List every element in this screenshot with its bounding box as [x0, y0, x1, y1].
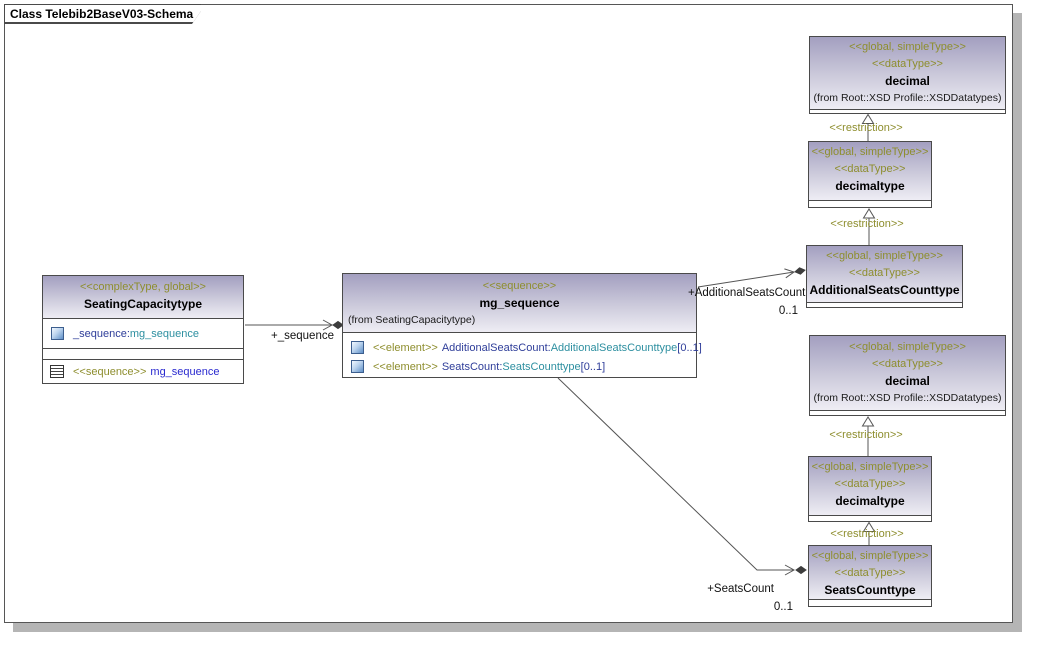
sequence-part-icon: [50, 365, 64, 378]
class-name: decimaltype: [809, 178, 931, 195]
restriction-stereotype-label: <<restriction>>: [806, 429, 926, 441]
part-row: <<sequence>> mg_sequence: [43, 359, 243, 383]
attribute-name: _sequence:: [73, 328, 130, 340]
diagram-frame-tab: Class Telebib2BaseV03-Schema: [4, 4, 201, 24]
empty-compartment: [810, 410, 1005, 415]
empty-compartment: [809, 599, 931, 606]
stereotype-label: <<global, simpleType>>: [809, 142, 931, 161]
class-name: mg_sequence: [343, 295, 696, 312]
part-name: mg_sequence: [150, 366, 219, 378]
part-stereotype: <<sequence>>: [73, 366, 146, 378]
class-node-additionalseatscounttype[interactable]: <<global, simpleType>> <<dataType>> Addi…: [806, 245, 963, 308]
empty-compartment: [809, 200, 931, 207]
element-multiplicity: [0..1]: [677, 342, 701, 354]
stereotype-label: <<dataType>>: [809, 161, 931, 178]
empty-compartment: [807, 302, 962, 307]
element-name: SeatsCount:: [442, 361, 503, 373]
restriction-stereotype-label: <<restriction>>: [807, 218, 927, 230]
empty-compartment: [810, 109, 1005, 113]
stereotype-label: <<sequence>>: [343, 274, 696, 295]
stereotype-label: <<dataType>>: [810, 56, 1005, 73]
restriction-stereotype-label: <<restriction>>: [807, 528, 927, 540]
class-name: decimaltype: [809, 493, 931, 510]
stereotype-label: <<complexType, global>>: [43, 276, 243, 296]
class-name: decimal: [810, 73, 1005, 90]
diagram-canvas: Class Telebib2BaseV03-Schema: [0, 0, 1049, 653]
element-row: <<element>> AdditionalSeatsCount:Additio…: [343, 338, 696, 357]
stereotype-label: <<global, simpleType>>: [809, 457, 931, 476]
attribute-row: _sequence:mg_sequence: [43, 318, 243, 348]
association-label-additionalseatscount: +AdditionalSeatsCount: [688, 287, 800, 299]
multiplicity-label: 0..1: [750, 305, 798, 317]
from-label: (from SeatingCapacitytype): [343, 312, 696, 329]
class-name: decimal: [810, 373, 1005, 390]
stereotype-label: <<global, simpleType>>: [810, 37, 1005, 56]
stereotype-label: <<dataType>>: [807, 265, 962, 282]
class-node-decimaltype-lower[interactable]: <<global, simpleType>> <<dataType>> deci…: [808, 456, 932, 522]
element-stereotype: <<element>>: [373, 342, 438, 354]
attribute-icon: [351, 341, 364, 354]
class-node-decimal-upper[interactable]: <<global, simpleType>> <<dataType>> deci…: [809, 36, 1006, 114]
stereotype-label: <<global, simpleType>>: [810, 336, 1005, 356]
class-name: SeatingCapacitytype: [43, 296, 243, 313]
diagram-title: Class Telebib2BaseV03-Schema: [5, 5, 204, 22]
empty-compartment: [809, 515, 931, 521]
from-label: (from Root::XSD Profile::XSDDatatypes): [810, 90, 1005, 107]
stereotype-label: <<dataType>>: [809, 565, 931, 582]
from-label: (from Root::XSD Profile::XSDDatatypes): [810, 390, 1005, 407]
class-node-seatingcapacitytype[interactable]: <<complexType, global>> SeatingCapacityt…: [42, 275, 244, 384]
attribute-icon: [51, 327, 64, 340]
stereotype-label: <<dataType>>: [810, 356, 1005, 373]
element-type: AdditionalSeatsCounttype: [551, 342, 678, 354]
class-node-decimal-lower[interactable]: <<global, simpleType>> <<dataType>> deci…: [809, 335, 1006, 416]
stereotype-label: <<global, simpleType>>: [807, 246, 962, 265]
attribute-type: mg_sequence: [130, 328, 199, 340]
element-row: <<element>> SeatsCount:SeatsCounttype[0.…: [343, 357, 696, 376]
element-name: AdditionalSeatsCount:: [442, 342, 551, 354]
restriction-stereotype-label: <<restriction>>: [806, 122, 926, 134]
multiplicity-label: 0..1: [745, 601, 793, 613]
empty-compartment: [43, 348, 243, 359]
element-multiplicity: [0..1]: [581, 361, 605, 373]
attribute-icon: [351, 360, 364, 373]
class-node-decimaltype-upper[interactable]: <<global, simpleType>> <<dataType>> deci…: [808, 141, 932, 208]
association-label-seatscount: +SeatsCount: [688, 583, 774, 595]
element-type: SeatsCounttype: [502, 361, 580, 373]
element-stereotype: <<element>>: [373, 361, 438, 373]
class-name: AdditionalSeatsCounttype: [807, 282, 962, 299]
stereotype-label: <<dataType>>: [809, 476, 931, 493]
class-node-seatscounttype[interactable]: <<global, simpleType>> <<dataType>> Seat…: [808, 545, 932, 607]
class-name: SeatsCounttype: [809, 582, 931, 599]
class-node-mg-sequence[interactable]: <<sequence>> mg_sequence (from SeatingCa…: [342, 273, 697, 378]
stereotype-label: <<global, simpleType>>: [809, 546, 931, 565]
association-label-sequence: +_sequence: [250, 330, 334, 342]
